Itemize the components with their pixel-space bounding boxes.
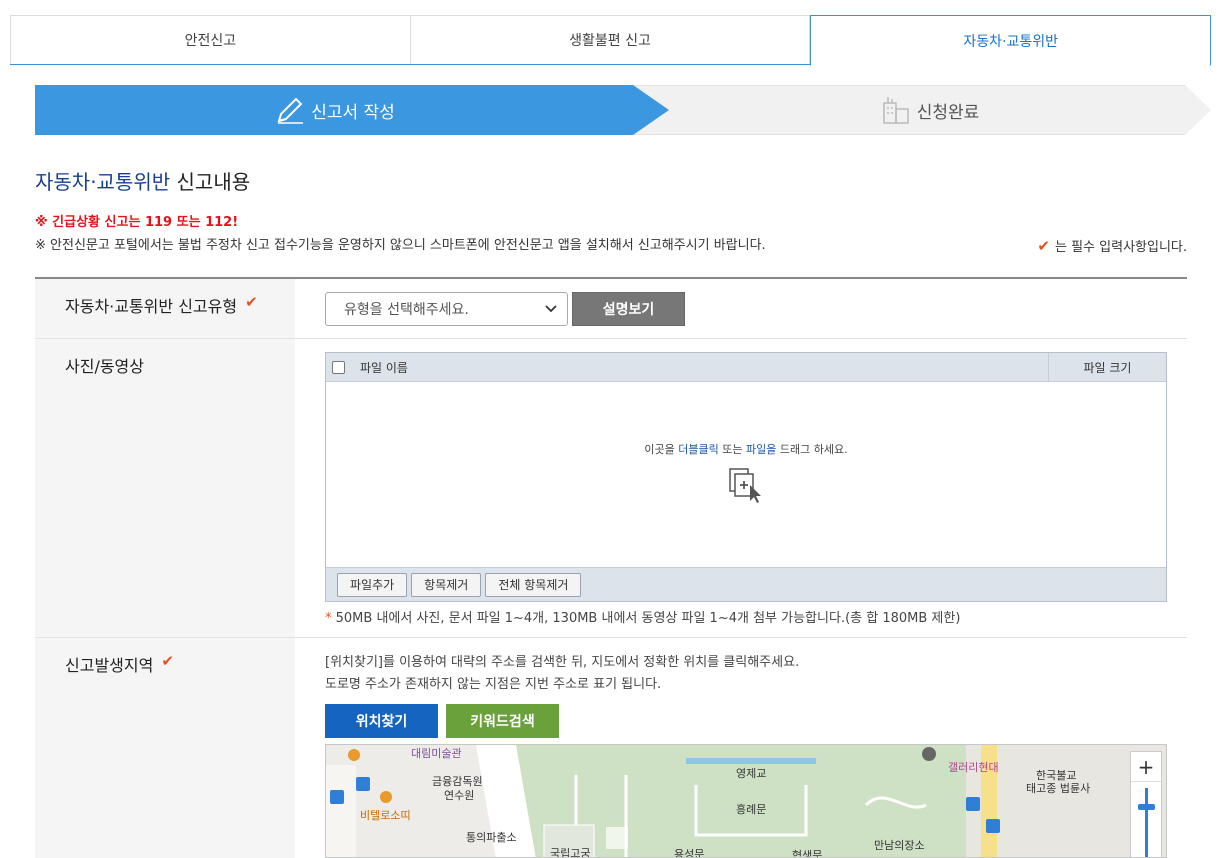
location-help-2: 도로명 주소가 존재하지 않는 지점은 지번 주소로 표기 됩니다. [325,677,662,692]
bus-stop-icon [986,819,1000,833]
map-label: 통의파출소 [466,831,517,844]
step-write-report: 신고서 작성 [35,85,633,135]
page-title: 자동차·교통위반 신고내용 [35,166,250,195]
location-help-1: [위치찾기]를 이용하여 대략의 주소를 검색한 뒤, 지도에서 정확한 위치를… [325,655,800,670]
location-label: 신고발생지역 [65,656,154,675]
map-label: 연수원 [444,789,475,802]
map-label: 협생문 [792,849,823,858]
parking-icon [922,747,936,761]
file-name-header: 파일 이름 [360,360,408,375]
map-label: 국립고궁 [550,847,591,858]
drop-suffix: 드래그 하세요. [776,443,848,456]
bus-stop-icon [356,777,370,791]
map-label: 갤러리현대 [948,761,999,774]
upload-limit-note: * 50MB 내에서 사진, 문서 파일 1~4개, 130MB 내에서 동영상… [325,607,1187,626]
required-legend-text: 는 필수 입력사항입니다. [1055,240,1187,255]
explain-button[interactable]: 설명보기 [572,292,685,326]
map-zoom-control: + [1130,751,1162,857]
media-label: 사진/동영상 [65,357,144,376]
app-notice: ※ 안전신문고 포털에서는 불법 주정차 신고 접수기능을 운영하지 않으니 스… [35,238,766,253]
find-location-button[interactable]: 위치찾기 [325,704,438,738]
media-content: 파일 이름 파일 크기 이곳을 더블클릭 또는 파일을 드래그 하세요. 파일추… [295,339,1187,637]
step-complete: 신청완료 [633,85,1185,135]
emergency-notice: ※ 긴급상황 신고는 119 또는 112! [35,211,238,230]
drop-or: 또는 [718,443,746,456]
checkmark-icon: ✔ [1037,236,1050,255]
type-select-value: 유형을 선택해주세요. [344,302,469,318]
zoom-slider[interactable] [1131,782,1161,857]
emergency-number-119: 119 [144,215,173,230]
step-arrow-end [1185,85,1211,135]
uploader-header: 파일 이름 파일 크기 [326,352,1166,382]
keyword-search-button[interactable]: 키워드검색 [446,704,559,738]
title-rest: 신고내용 [170,170,251,194]
type-label: 자동차·교통위반 신고유형 [65,297,238,316]
limit-text: 50MB 내에서 사진, 문서 파일 1~4개, 130MB 내에서 동영상 파… [331,611,961,626]
type-content: 유형을 선택해주세요. 설명보기 [295,279,1187,338]
map-label: 흥례문 [736,803,767,816]
location-map[interactable]: 대림미술관 금융감독원 연수원 비텔로소띠 통의파출소 영제교 흥례문 갤러리현… [325,744,1167,858]
drop-prefix: 이곳을 [644,443,679,456]
file-uploader[interactable]: 파일 이름 파일 크기 이곳을 더블클릭 또는 파일을 드래그 하세요. 파일추… [325,352,1167,602]
map-label: 대림미술관 [411,747,462,760]
step-complete-label: 신청완료 [916,102,980,123]
restaurant-icon [380,791,392,803]
step-arrow [633,85,669,135]
building-icon [879,93,913,127]
drop-instructions: 이곳을 더블클릭 또는 파일을 드래그 하세요. [644,441,847,457]
tab-living-inconvenience[interactable]: 생활불편 신고 [410,15,811,64]
pencil-icon [273,93,307,127]
location-buttons: 위치찾기 키워드검색 [325,704,1187,738]
location-label-cell: 신고발생지역 ✔ [35,638,295,858]
report-type-tabs: 안전신고 생활불편 신고 자동차·교통위반 [10,15,1212,66]
file-size-header: 파일 크기 [1048,352,1166,382]
remove-all-button[interactable]: 전체 항목제거 [485,572,582,597]
bus-stop-icon [330,790,344,804]
add-file-icon [726,465,766,508]
title-highlight: 자동차·교통위반 [35,170,171,194]
form-row-type: 자동차·교통위반 신고유형 ✔ 유형을 선택해주세요. 설명보기 [35,279,1187,339]
remove-item-button[interactable]: 항목제거 [411,572,482,597]
map-label: 태고종 법륜사 [1026,782,1091,795]
drop-doubleclick: 더블클릭 [678,443,719,456]
required-check-icon: ✔ [245,293,258,311]
chevron-down-icon [545,301,557,317]
select-all-checkbox[interactable] [332,360,345,374]
required-check-icon: ✔ [161,652,174,670]
emergency-number-112: 112! [205,215,239,230]
required-legend: ✔ 는 필수 입력사항입니다. [1037,236,1187,256]
zoom-in-button[interactable]: + [1131,752,1161,782]
media-label-cell: 사진/동영상 [35,339,295,637]
map-label: 용성문 [674,848,705,858]
map-label: 만남의장소 [874,839,925,852]
uploader-toolbar: 파일추가 항목제거 전체 항목제거 [326,567,1166,601]
restaurant-icon [348,749,360,761]
tab-safety[interactable]: 안전신고 [10,15,411,64]
tab-vehicle-traffic[interactable]: 자동차·교통위반 [810,15,1212,66]
drop-zone[interactable]: 이곳을 더블클릭 또는 파일을 드래그 하세요. [326,382,1166,567]
emergency-prefix: ※ 긴급상황 신고는 [35,215,145,230]
bus-stop-icon [966,797,980,811]
map-label: 영제교 [736,767,767,780]
type-label-cell: 자동차·교통위반 신고유형 ✔ [35,279,295,338]
emergency-mid: 또는 [172,215,206,230]
step-write-label: 신고서 작성 [311,102,395,123]
progress-steps: 신고서 작성 신청완료 [35,85,1211,135]
form-row-media: 사진/동영상 파일 이름 파일 크기 이곳을 더블클릭 또는 파일을 드래그 하… [35,339,1187,638]
drop-file: 파일을 [745,443,777,456]
map-label: 비텔로소띠 [360,809,411,822]
add-file-button[interactable]: 파일추가 [337,572,408,597]
type-select[interactable]: 유형을 선택해주세요. [325,292,568,326]
